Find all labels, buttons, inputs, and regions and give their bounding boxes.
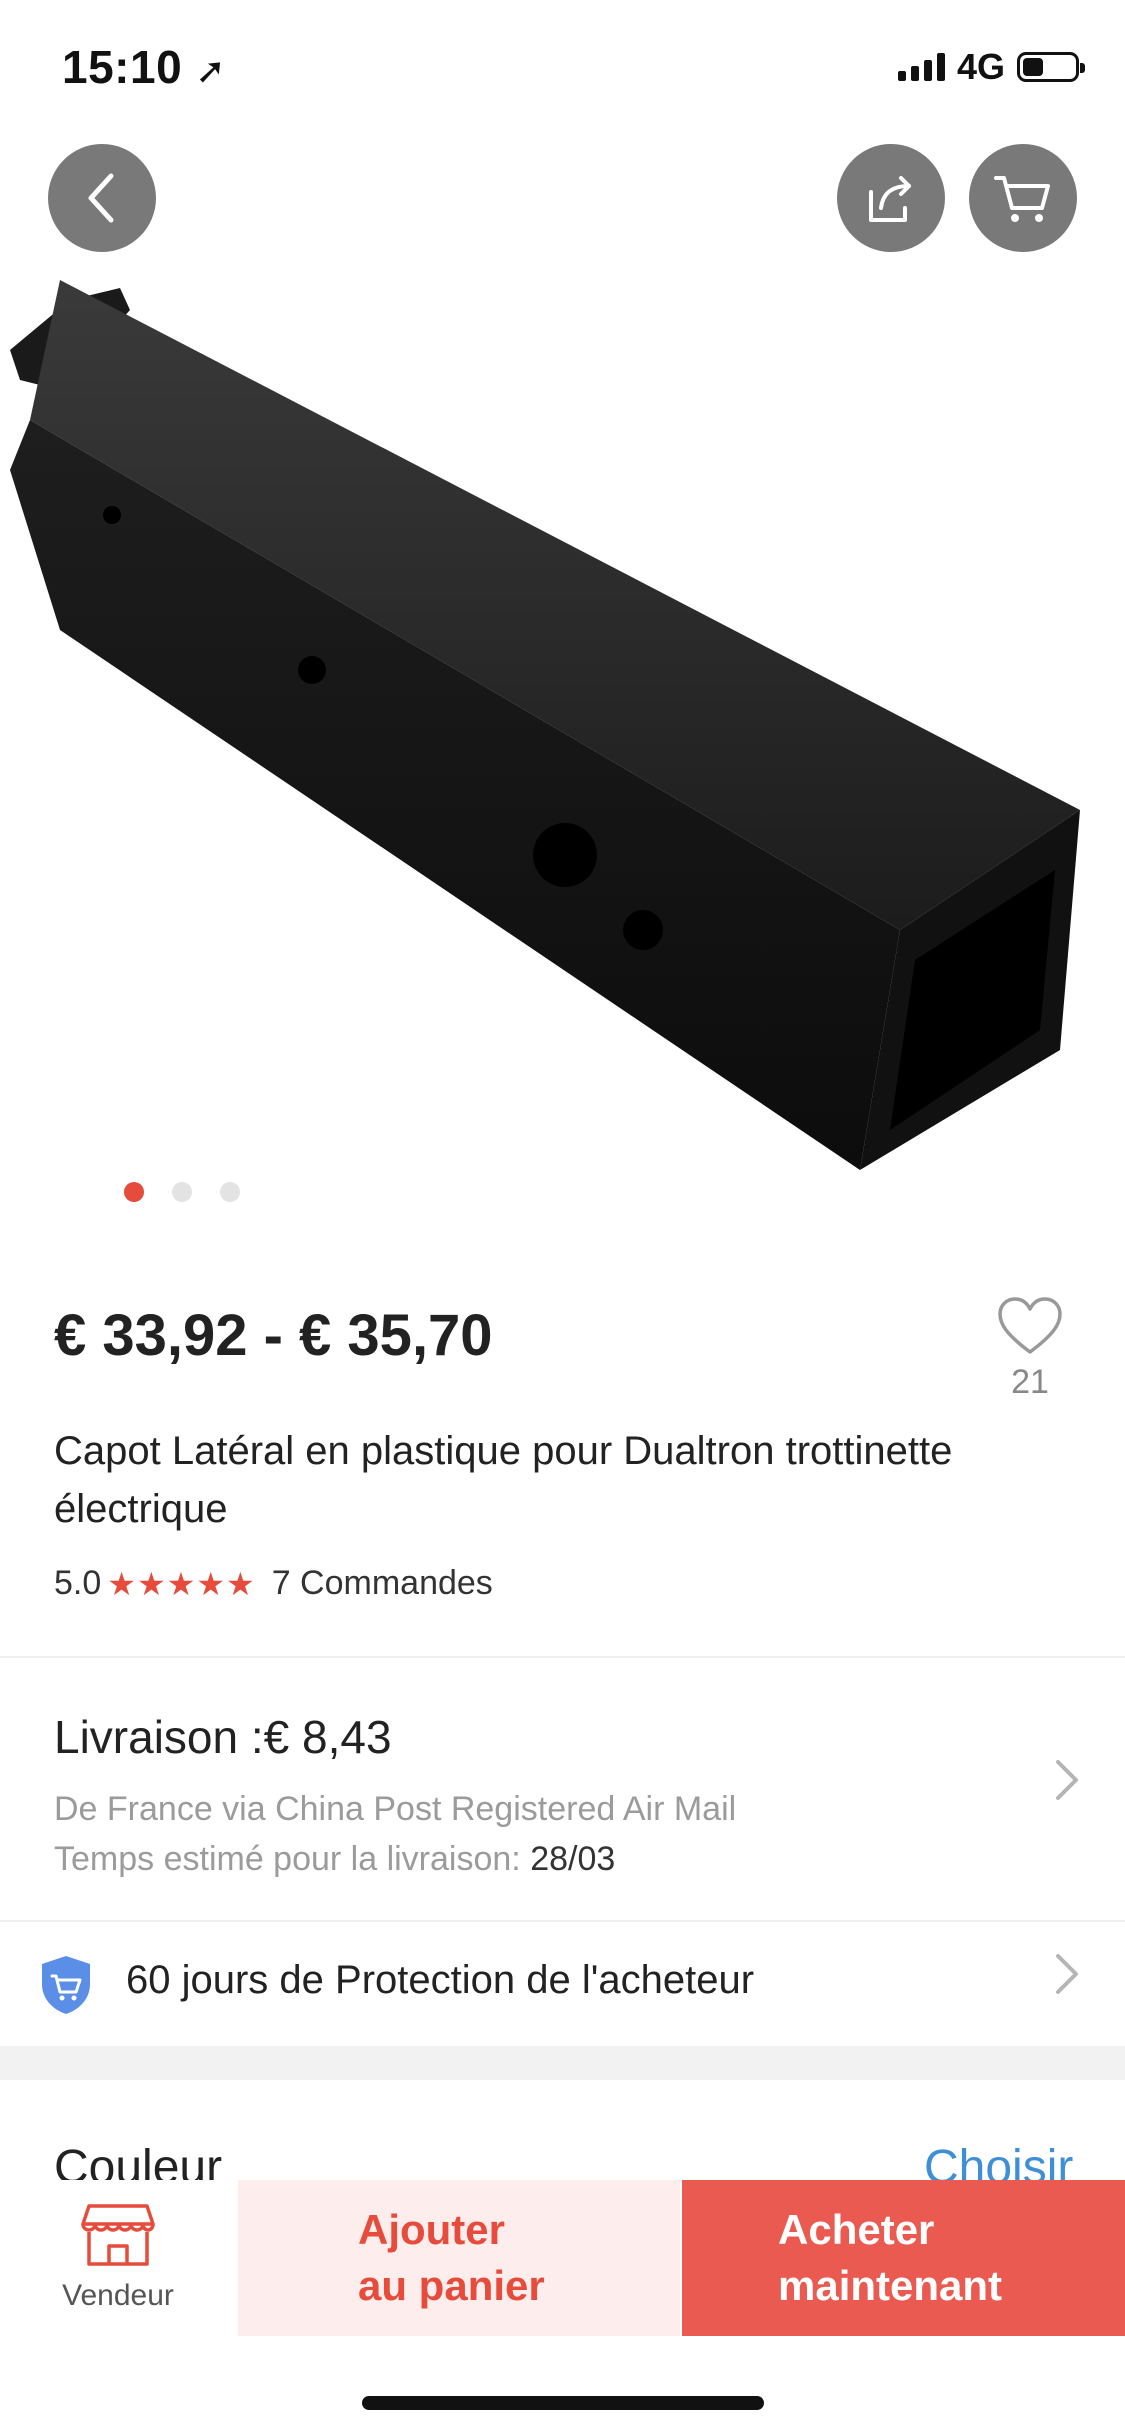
buy-now-label: Acheter maintenant [778,2206,1003,2309]
price-range: € 33,92 - € 35,70 [54,1303,493,1368]
heart-icon [998,1297,1062,1354]
network-label: 4G [956,46,1005,87]
status-time: 15:10 ➚ [62,41,227,93]
rating-value: 5.0 [54,1564,102,1602]
add-to-cart-label: Ajouter au panier [358,2206,545,2309]
shipping-eta-date: 28/03 [530,1840,616,1878]
add-to-cart-button[interactable]: Ajouter au panier [238,2180,680,2336]
buy-now-button[interactable]: Acheter maintenant [682,2180,1125,2336]
seller-button[interactable]: Vendeur [0,2180,236,2336]
wishlist-button[interactable]: 21 [994,1296,1066,1402]
status-indicators: 4G [897,46,1085,88]
carousel-dot[interactable] [172,1182,192,1202]
shield-cart-icon [42,1956,90,2014]
carousel-dots [124,1182,240,1202]
share-button[interactable] [837,144,945,252]
shipping-route: De France via China Post Registered Air … [54,1790,737,1828]
seller-label: Vendeur [62,2279,174,2312]
location-arrow-icon: ➚ [195,50,227,91]
rating-row: 5.0 ★★★★★ 7 Commandes [54,1564,493,1603]
rating-stars: ★★★★★ [107,1565,256,1602]
divider [0,1656,1125,1658]
signal-icon [897,53,945,81]
cart-icon [994,176,1050,222]
chevron-right-icon[interactable] [1052,1950,1082,1998]
product-title: Capot Latéral en plastique pour Dualtron… [54,1429,953,1531]
chevron-right-icon[interactable] [1052,1756,1082,1804]
shipping-eta: Temps estimé pour la livraison: 28/03 [54,1840,615,1879]
shipping-title: Livraison :€ 8,43 [54,1711,392,1763]
carousel-dot[interactable] [124,1182,144,1202]
cart-button[interactable] [969,144,1077,252]
product-image[interactable] [0,270,1125,1200]
shipping-eta-label: Temps estimé pour la livraison: [54,1840,521,1878]
buyer-protection-text: 60 jours de Protection de l'acheteur [126,1958,755,2002]
chevron-left-icon [88,173,114,223]
wishlist-count: 21 [1011,1363,1049,1401]
battery-icon [1017,52,1085,82]
orders-count: 7 Commandes [271,1564,493,1602]
carousel-dot[interactable] [220,1182,240,1202]
share-icon [869,176,911,222]
back-button[interactable] [48,144,156,252]
home-indicator[interactable] [362,2396,764,2410]
section-separator [0,2046,1125,2080]
store-icon [81,2204,155,2266]
